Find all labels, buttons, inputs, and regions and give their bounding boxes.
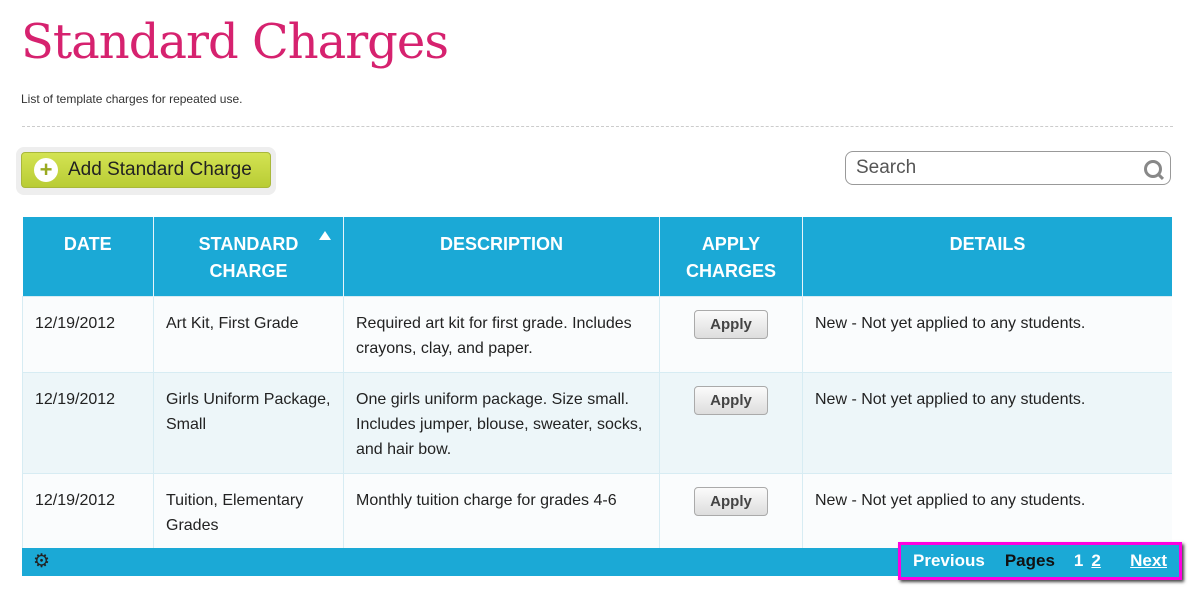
column-header-date[interactable]: DATE bbox=[22, 217, 154, 296]
apply-button[interactable]: Apply bbox=[694, 385, 768, 415]
page-subtitle: List of template charges for repeated us… bbox=[21, 92, 243, 106]
table-row: 12/19/2012 Art Kit, First Grade Required… bbox=[22, 295, 1172, 372]
page-title: Standard Charges bbox=[21, 14, 449, 70]
sort-ascending-icon bbox=[319, 231, 331, 240]
cell-details: New - Not yet applied to any students. bbox=[802, 295, 1172, 372]
table-row: 12/19/2012 Girls Uniform Package, Small … bbox=[22, 371, 1172, 473]
cell-description: One girls uniform package. Size small. I… bbox=[343, 371, 660, 473]
pagination: Previous Pages 1 2 Next bbox=[898, 542, 1182, 580]
table-header: DATE STANDARD CHARGE DESCRIPTION APPLY C… bbox=[22, 217, 1172, 296]
cell-details: New - Not yet applied to any students. bbox=[802, 371, 1172, 473]
page-2-link[interactable]: 2 bbox=[1091, 551, 1100, 571]
search-input[interactable] bbox=[854, 156, 1138, 180]
column-header-standard-charge[interactable]: STANDARD CHARGE bbox=[153, 217, 344, 296]
apply-button[interactable]: Apply bbox=[694, 486, 768, 516]
add-standard-charge-button[interactable]: + Add Standard Charge bbox=[21, 152, 271, 188]
search-icon[interactable] bbox=[1144, 160, 1162, 178]
cell-date: 12/19/2012 bbox=[22, 295, 154, 372]
gear-icon[interactable]: ⚙ bbox=[33, 552, 50, 572]
column-header-label: STANDARD CHARGE bbox=[198, 234, 299, 281]
standard-charges-table: DATE STANDARD CHARGE DESCRIPTION APPLY C… bbox=[22, 217, 1172, 548]
next-link[interactable]: Next bbox=[1130, 551, 1167, 571]
previous-link[interactable]: Previous bbox=[913, 551, 985, 571]
add-button-wrapper: + Add Standard Charge bbox=[16, 147, 276, 195]
cell-apply: Apply bbox=[659, 472, 803, 548]
cell-charge: Art Kit, First Grade bbox=[153, 295, 344, 372]
cell-date: 12/19/2012 bbox=[22, 371, 154, 473]
cell-charge: Girls Uniform Package, Small bbox=[153, 371, 344, 473]
cell-apply: Apply bbox=[659, 295, 803, 372]
apply-button[interactable]: Apply bbox=[694, 309, 768, 339]
cell-description: Required art kit for first grade. Includ… bbox=[343, 295, 660, 372]
cell-description: Monthly tuition charge for grades 4-6 bbox=[343, 472, 660, 548]
table-row: 12/19/2012 Tuition, Elementary Grades Mo… bbox=[22, 472, 1172, 548]
cell-details: New - Not yet applied to any students. bbox=[802, 472, 1172, 548]
plus-icon: + bbox=[34, 158, 58, 182]
column-header-description[interactable]: DESCRIPTION bbox=[343, 217, 660, 296]
cell-charge: Tuition, Elementary Grades bbox=[153, 472, 344, 548]
search-box bbox=[845, 151, 1171, 185]
divider bbox=[22, 126, 1173, 127]
add-standard-charge-label: Add Standard Charge bbox=[68, 159, 252, 180]
pages-label: Pages bbox=[1004, 551, 1055, 570]
cell-date: 12/19/2012 bbox=[22, 472, 154, 548]
page-1: 1 bbox=[1073, 551, 1084, 570]
column-header-apply-charges: APPLY CHARGES bbox=[659, 217, 803, 296]
cell-apply: Apply bbox=[659, 371, 803, 473]
column-header-details[interactable]: DETAILS bbox=[802, 217, 1172, 296]
column-header-label: APPLY CHARGES bbox=[685, 234, 776, 281]
